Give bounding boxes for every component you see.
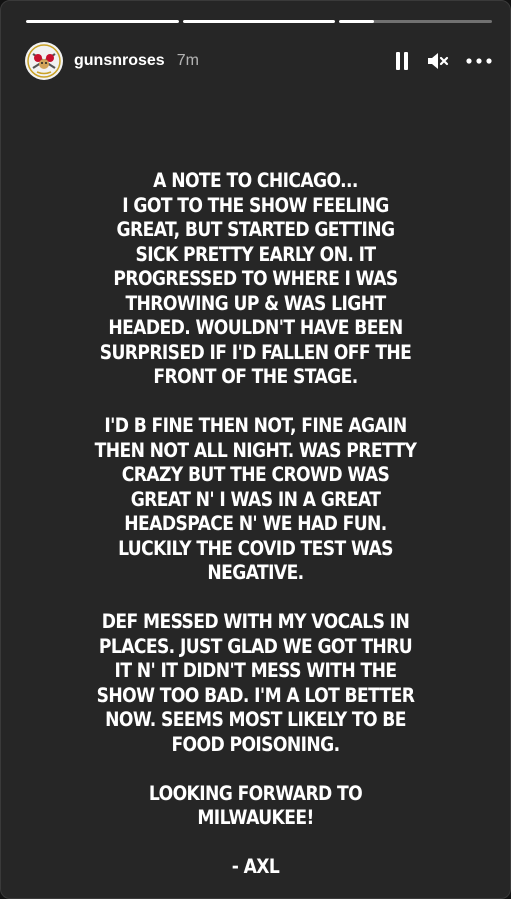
note-paragraph: I'D B FINE THEN NOT, FINE AGAIN THEN NOT… <box>94 414 417 584</box>
progress-fill <box>182 20 336 23</box>
story-text-note: A NOTE TO CHICAGO... I GOT TO THE SHOW F… <box>93 169 418 880</box>
progress-segment <box>182 20 336 23</box>
more-options-icon[interactable] <box>464 49 494 73</box>
speaker-muted-icon[interactable] <box>426 49 450 73</box>
story-controls <box>390 49 494 73</box>
progress-segment <box>26 20 179 23</box>
story-viewer[interactable]: gunsnroses 7m A NOTE TO CHICAGO... I GOT… <box>0 0 511 899</box>
story-timestamp: 7m <box>176 52 199 69</box>
story-progress-bar <box>26 20 493 23</box>
pause-icon[interactable] <box>390 49 414 73</box>
note-paragraph: A NOTE TO CHICAGO... I GOT TO THE SHOW F… <box>99 169 412 388</box>
progress-segment <box>339 20 493 23</box>
note-signature: - AXL <box>231 855 280 878</box>
progress-fill <box>339 20 375 23</box>
note-paragraph: LOOKING FORWARD TO MILWAUKEE! <box>148 781 363 830</box>
gunsnroses-logo-icon[interactable] <box>25 42 63 80</box>
story-header: gunsnroses 7m <box>25 41 494 81</box>
note-paragraph: DEF MESSED WITH MY VOCALS IN PLACES. JUS… <box>96 610 415 756</box>
progress-fill <box>26 20 179 23</box>
story-username[interactable]: gunsnroses <box>74 52 165 70</box>
